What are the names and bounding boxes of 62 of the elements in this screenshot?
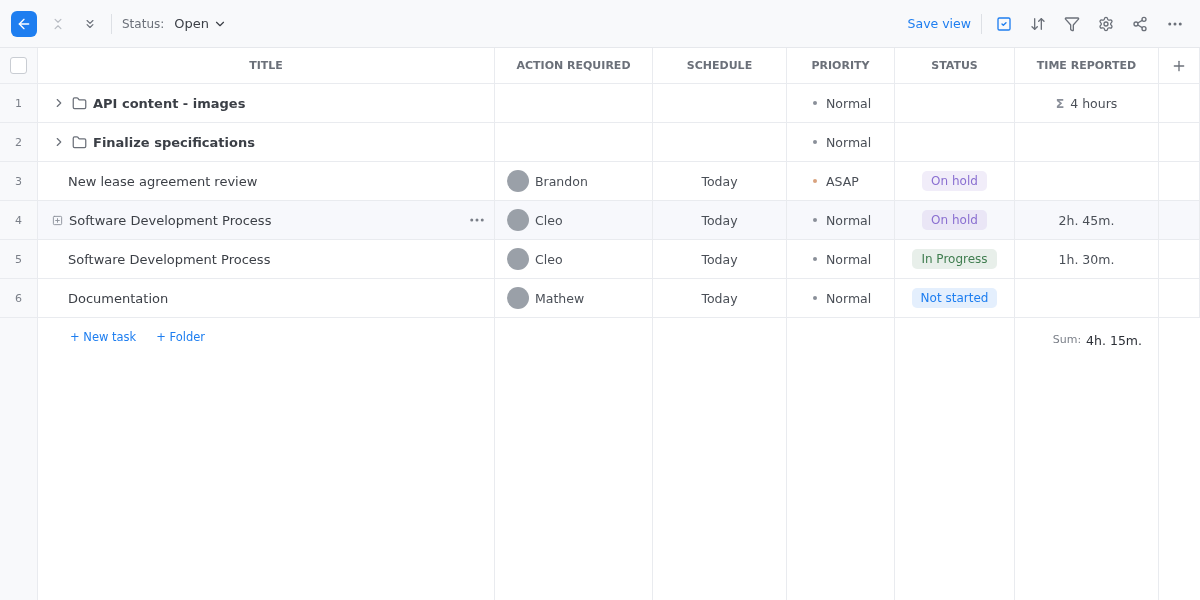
status-badge[interactable]: In Progress	[912, 249, 997, 269]
priority-text: Normal	[826, 251, 872, 267]
expand-icon[interactable]	[52, 214, 63, 226]
sum-sign: Σ	[1055, 95, 1065, 111]
priority-text: Normal	[826, 134, 872, 150]
priority-text: Normal	[826, 290, 872, 306]
schedule-date: Today	[701, 212, 738, 228]
assignee-name: Brandon	[535, 173, 588, 189]
time-reported: 1h. 30m.	[1058, 251, 1115, 267]
time-reported: 4 hours	[1070, 95, 1118, 111]
back-button[interactable]	[11, 10, 37, 37]
schedule-date: Today	[701, 290, 738, 306]
status-badge[interactable]: On hold	[922, 171, 987, 191]
task-title[interactable]: New lease agreement review	[68, 173, 258, 189]
avatar	[507, 170, 529, 192]
add-link[interactable]: + Folder	[156, 330, 206, 344]
select-all-checkbox[interactable]	[10, 57, 27, 74]
avatar	[507, 248, 529, 270]
row-number: 6	[15, 291, 22, 305]
column-header[interactable]: TITLE	[249, 59, 283, 72]
task-title[interactable]: Software Development Process	[68, 251, 271, 267]
column-header[interactable]: TIME REPORTED	[1036, 59, 1137, 72]
assignee-name: Cleo	[535, 212, 563, 228]
status-filter-label: Status:	[122, 16, 165, 31]
column-header[interactable]: SCHEDULE	[686, 59, 753, 72]
hovered-row[interactable]: 4 Software Development Process Cleo Today Normal On hold 2h. 45m.	[0, 201, 1200, 240]
sum-label: Sum:	[1052, 333, 1082, 346]
folder-icon	[72, 95, 87, 111]
priority-text: ASAP	[826, 173, 859, 189]
status-badge[interactable]: Not started	[911, 288, 998, 308]
add-link[interactable]: + New task	[70, 330, 137, 344]
column-header[interactable]: STATUS	[931, 59, 978, 72]
column-header[interactable]: ACTION REQUIRED	[516, 59, 631, 72]
folder-icon	[72, 134, 87, 150]
avatar	[507, 287, 529, 309]
priority-text: Normal	[826, 95, 872, 111]
save-view-link[interactable]: Save view	[907, 16, 971, 31]
schedule-date: Today	[701, 173, 738, 189]
row-number: 2	[15, 135, 22, 149]
sum-value: 4h. 15m.	[1086, 333, 1142, 348]
task-title[interactable]: Documentation	[68, 290, 169, 306]
sort-icon[interactable]	[1030, 15, 1046, 32]
avatar	[507, 209, 529, 231]
row-number: 3	[15, 174, 22, 188]
status-badge[interactable]: On hold	[922, 210, 987, 230]
filter-icon[interactable]	[1064, 15, 1080, 32]
task-title[interactable]: Finalize specifications	[93, 134, 255, 150]
task-title[interactable]: API content - images	[93, 95, 246, 111]
priority-text: Normal	[826, 212, 872, 228]
assignee-name: Cleo	[535, 251, 563, 267]
checkbox-icon[interactable]	[996, 15, 1012, 32]
status-dropdown[interactable]: Open	[174, 16, 209, 31]
settings-icon[interactable]	[1098, 15, 1114, 32]
task-title[interactable]: Software Development Process	[69, 212, 272, 228]
time-reported: 2h. 45m.	[1058, 212, 1115, 228]
schedule-date: Today	[701, 251, 738, 267]
assignee-name: Mathew	[535, 290, 585, 306]
row-number: 5	[15, 252, 22, 266]
row-number: 4	[15, 213, 22, 227]
column-header[interactable]: PRIORITY	[811, 59, 870, 72]
share-icon[interactable]	[1132, 15, 1148, 32]
row-number: 1	[15, 96, 22, 110]
